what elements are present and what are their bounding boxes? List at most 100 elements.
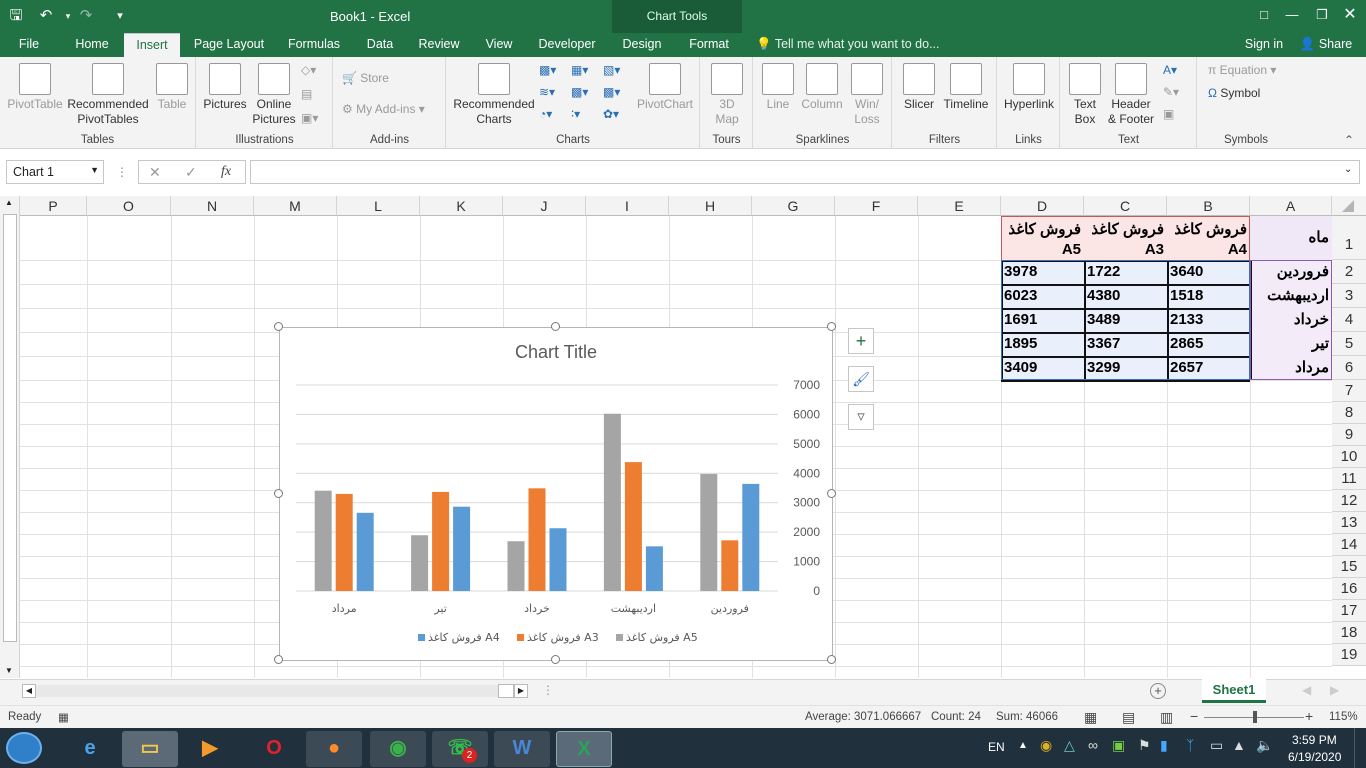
resize-handle[interactable] — [827, 655, 836, 664]
tab-formulas[interactable]: Formulas — [282, 33, 346, 57]
row-header-6[interactable]: 6 — [1332, 356, 1366, 380]
tab-insert[interactable]: Insert — [124, 33, 180, 57]
action-center-icon[interactable]: ⚑ — [1138, 737, 1151, 754]
shapes-icon[interactable]: ◇▾ — [301, 63, 316, 77]
opera-icon[interactable]: O — [246, 731, 302, 767]
recommended-charts-button[interactable]: Recommended Charts — [451, 63, 537, 127]
row-header-14[interactable]: 14 — [1332, 534, 1366, 556]
header-footer-button[interactable]: Header & Footer — [1105, 63, 1157, 127]
firefox-icon[interactable]: ● — [306, 731, 362, 767]
symbol-button[interactable]: Ω Symbol — [1208, 86, 1260, 100]
tab-home[interactable]: Home — [66, 33, 118, 57]
zoom-level[interactable]: 115% — [1329, 711, 1358, 723]
tab-data[interactable]: Data — [358, 33, 402, 57]
row-header-3[interactable]: 3 — [1332, 284, 1366, 308]
column-header-d[interactable]: D — [1001, 196, 1084, 216]
column-header-i[interactable]: I — [586, 196, 669, 216]
scroll-up-icon[interactable]: ▲ — [5, 198, 13, 207]
pivotchart-button[interactable]: PivotChart — [635, 63, 695, 112]
tab-page-layout[interactable]: Page Layout — [186, 33, 272, 57]
column-header-n[interactable]: N — [171, 196, 254, 216]
name-box[interactable]: Chart 1 ▼ — [6, 160, 104, 184]
tab-view[interactable]: View — [478, 33, 520, 57]
surface-chart-icon[interactable]: ✿▾ — [603, 107, 619, 121]
name-box-dropdown-icon[interactable]: ▼ — [90, 165, 99, 175]
tab-review[interactable]: Review — [412, 33, 466, 57]
removable-device-icon[interactable]: ▭ — [1210, 737, 1223, 754]
bluetooth-icon[interactable]: ᛉ — [1186, 737, 1194, 753]
signature-line-icon[interactable]: ✎▾ — [1163, 85, 1179, 99]
row-header-7[interactable]: 7 — [1332, 380, 1366, 402]
scroll-down-icon[interactable]: ▼ — [5, 666, 13, 675]
collapse-ribbon-icon[interactable]: ⌃ — [1344, 133, 1354, 147]
row-header-17[interactable]: 17 — [1332, 600, 1366, 622]
sheet-tab-sheet1[interactable]: Sheet1 — [1202, 679, 1266, 703]
combo-chart-icon[interactable]: ▩▾ — [603, 85, 620, 99]
tray-nvidia-icon[interactable]: ▣ — [1112, 737, 1125, 754]
tab-developer[interactable]: Developer — [532, 33, 602, 57]
line-chart-icon[interactable]: ≋▾ — [539, 85, 555, 99]
resize-handle[interactable] — [274, 322, 283, 331]
usb-drive-icon[interactable]: ▮ — [1160, 737, 1168, 754]
row-header-11[interactable]: 11 — [1332, 468, 1366, 490]
row-header-9[interactable]: 9 — [1332, 424, 1366, 446]
column-header-b[interactable]: B — [1167, 196, 1250, 216]
column-header-k[interactable]: K — [420, 196, 503, 216]
object-icon[interactable]: ▣ — [1163, 107, 1174, 121]
table-header-a[interactable]: ماه — [1250, 228, 1332, 248]
resize-handle[interactable] — [550, 655, 560, 664]
row-header-1[interactable]: 1 — [1332, 216, 1366, 260]
table-button[interactable]: Table — [152, 63, 192, 112]
column-chart-icon[interactable]: ▩▾ — [539, 63, 556, 77]
row-header-8[interactable]: 8 — [1332, 402, 1366, 424]
resize-handle[interactable] — [274, 655, 283, 664]
chart-elements-button[interactable]: + — [848, 328, 874, 354]
zoom-out-icon[interactable]: − — [1190, 708, 1198, 724]
row-header-16[interactable]: 16 — [1332, 578, 1366, 600]
start-button[interactable] — [6, 732, 42, 764]
row-header-19[interactable]: 19 — [1332, 644, 1366, 666]
resize-handle[interactable] — [827, 322, 836, 331]
waterfall-chart-icon[interactable]: ▧▾ — [603, 63, 620, 77]
wordart-icon[interactable]: A▾ — [1163, 63, 1177, 77]
redo-icon[interactable]: ↷ — [74, 4, 98, 28]
pictures-button[interactable]: Pictures — [201, 63, 249, 112]
normal-view-icon[interactable]: ▦ — [1084, 709, 1097, 726]
row-header-10[interactable]: 10 — [1332, 446, 1366, 468]
internet-explorer-icon[interactable]: e — [62, 731, 118, 767]
file-explorer-icon[interactable]: ▭ — [122, 731, 178, 767]
column-header-h[interactable]: H — [669, 196, 752, 216]
sheet-nav-next-icon[interactable]: ▶ — [1330, 683, 1339, 697]
timeline-button[interactable]: Timeline — [939, 63, 993, 112]
tray-network-app-icon[interactable]: △ — [1064, 737, 1075, 754]
cancel-icon[interactable]: ✕ — [149, 164, 161, 181]
sign-in-link[interactable]: Sign in — [1236, 33, 1292, 57]
page-layout-view-icon[interactable]: ▤ — [1122, 709, 1135, 726]
online-pictures-button[interactable]: Online Pictures — [249, 63, 299, 127]
enter-icon[interactable]: ✓ — [185, 164, 197, 181]
sparkline-column-button[interactable]: Column — [800, 63, 844, 112]
column-header-m[interactable]: M — [254, 196, 337, 216]
insert-function-icon[interactable]: fx — [221, 164, 231, 180]
page-break-view-icon[interactable]: ▥ — [1160, 709, 1173, 726]
close-button[interactable]: ✕ — [1336, 2, 1364, 28]
tab-format[interactable]: Format — [682, 33, 736, 57]
recommended-pivottables-button[interactable]: Recommended PivotTables — [66, 63, 150, 127]
column-header-e[interactable]: E — [918, 196, 1001, 216]
share-button[interactable]: 👤 Share — [1296, 33, 1356, 57]
restore-button[interactable]: ❐ — [1308, 2, 1336, 28]
column-header-a[interactable]: A — [1250, 196, 1332, 216]
horizontal-scroll-thumb[interactable] — [498, 684, 514, 698]
row-header-5[interactable]: 5 — [1332, 332, 1366, 356]
row-header-2[interactable]: 2 — [1332, 260, 1366, 284]
sparkline-winloss-button[interactable]: Win/ Loss — [846, 63, 888, 127]
whatsapp-icon[interactable]: ☏ — [432, 731, 488, 767]
resize-handle[interactable] — [274, 488, 283, 498]
sparkline-line-button[interactable]: Line — [758, 63, 798, 112]
column-header-c[interactable]: C — [1084, 196, 1167, 216]
excel-taskbar-icon[interactable]: X — [556, 731, 612, 767]
media-player-icon[interactable]: ▶ — [182, 731, 238, 767]
scroll-right-icon[interactable]: ▶ — [514, 684, 528, 698]
macro-record-icon[interactable]: ▦ — [58, 710, 69, 724]
resize-handle[interactable] — [827, 488, 836, 498]
